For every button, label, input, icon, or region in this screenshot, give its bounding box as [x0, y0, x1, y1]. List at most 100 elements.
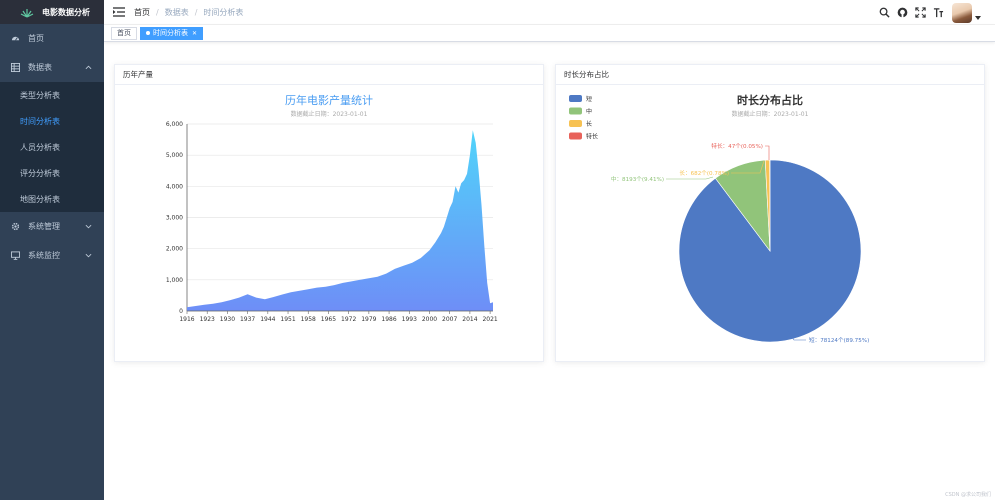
sidebar-item-label: 系统监控 [28, 251, 60, 260]
label-leader-line [765, 145, 770, 160]
sidebar-subitem-map[interactable]: 地图分析表 [0, 186, 104, 212]
breadcrumb-home[interactable]: 首页 [134, 7, 150, 18]
chevron-down-icon [85, 253, 92, 258]
breadcrumb-tables[interactable]: 数据表 [165, 7, 189, 18]
breadcrumb-current: 时间分析表 [203, 7, 244, 17]
legend-label[interactable]: 长 [586, 120, 592, 128]
x-tick-label: 1937 [240, 316, 255, 323]
x-tick-label: 1979 [361, 316, 376, 323]
monitor-icon [10, 251, 20, 261]
logo-icon [20, 9, 34, 18]
y-tick-label: 6,000 [166, 121, 183, 128]
legend-label[interactable]: 短 [586, 95, 592, 103]
card-duration-share: 时长分布占比 时长分布占比 数据截止日期：2023-01-01 短中长特长 短：… [555, 64, 985, 362]
chart-title: 历年电影产量统计 [285, 93, 373, 107]
y-tick-label: 3,000 [166, 215, 183, 222]
x-tick-label: 1986 [381, 316, 396, 323]
x-tick-label: 1958 [301, 316, 316, 323]
sidebar-item-tables[interactable]: 数据表 [0, 53, 104, 82]
slice-label: 短：78124个(89.75%) [809, 336, 869, 344]
sidebar-subitem-rating[interactable]: 评分分析表 [0, 160, 104, 186]
tag-label: 首页 [117, 29, 131, 37]
y-tick-label: 2,000 [166, 246, 183, 253]
area-series [187, 130, 493, 311]
sidebar-item-system[interactable]: 系统管理 [0, 212, 104, 241]
legend-swatch[interactable] [569, 107, 582, 115]
breadcrumb: 首页 / 数据表 / 时间分析表 [134, 7, 243, 18]
header-tools [872, 0, 981, 25]
sidebar-item-label: 系统管理 [28, 222, 60, 231]
navbar: 首页 / 数据表 / 时间分析表 [104, 0, 995, 25]
sidebar-item-monitor[interactable]: 系统监控 [0, 241, 104, 270]
x-tick-label: 1944 [260, 316, 275, 323]
legend-swatch[interactable] [569, 132, 582, 140]
x-tick-label: 2014 [462, 316, 477, 323]
sidebar-item-label: 数据表 [28, 63, 52, 72]
y-tick-label: 4,000 [166, 183, 183, 190]
font-size-icon[interactable] [932, 7, 944, 19]
subitem-label: 评分分析表 [20, 168, 60, 178]
chart-title: 时长分布占比 [737, 93, 803, 107]
chart-subtitle: 数据截止日期：2023-01-01 [732, 110, 809, 118]
tag-label: 时间分析表 [153, 29, 188, 37]
tags-view: 首页 时间分析表 ✕ [104, 25, 995, 42]
card-yearly-output: 历年产量 历年电影产量统计 数据截止日期：2023-01-01 0 1,000 2,… [114, 64, 544, 362]
x-tick-label: 1972 [341, 316, 356, 323]
chart-subtitle: 数据截止日期：2023-01-01 [291, 110, 368, 118]
x-tick-label: 1923 [200, 316, 215, 323]
subitem-label: 地图分析表 [20, 194, 60, 204]
subitem-label: 时间分析表 [20, 116, 60, 126]
sidebar: 电影数据分析 首页 数据表 类型分析表 时间分析表 人员分析表 评分分析表 地图… [0, 0, 104, 500]
y-tick-label: 1,000 [166, 277, 183, 284]
legend-label[interactable]: 中 [586, 108, 592, 116]
tag-home[interactable]: 首页 [111, 26, 137, 40]
brand-title: 电影数据分析 [42, 7, 90, 17]
x-tick-label: 1993 [402, 316, 417, 323]
slice-label: 中：8193个(9.41%) [611, 175, 664, 183]
submenu-tables: 类型分析表 时间分析表 人员分析表 评分分析表 地图分析表 [0, 82, 104, 212]
y-tick-label: 0 [179, 308, 183, 315]
sidebar-subitem-time[interactable]: 时间分析表 [0, 108, 104, 134]
dashboard-icon [10, 34, 20, 44]
subitem-label: 类型分析表 [20, 90, 60, 100]
slice-label: 长：682个(0.78%) [679, 169, 729, 177]
x-tick-label: 1916 [179, 316, 194, 323]
chevron-up-icon [85, 65, 92, 70]
brand[interactable]: 电影数据分析 [0, 0, 104, 24]
subitem-label: 人员分析表 [20, 142, 60, 152]
legend-swatch[interactable] [569, 95, 582, 102]
x-tick-label: 2000 [422, 316, 437, 323]
active-dot-icon [146, 31, 150, 35]
close-icon[interactable]: ✕ [192, 30, 197, 37]
sidebar-subitem-people[interactable]: 人员分析表 [0, 134, 104, 160]
watermark-text: CSDN @求公司我们 [945, 492, 991, 498]
tag-time-analysis[interactable]: 时间分析表 ✕ [140, 26, 204, 40]
search-icon[interactable] [878, 7, 890, 19]
legend-swatch[interactable] [569, 120, 582, 127]
x-tick-label: 1930 [220, 316, 235, 323]
pie-chart: 时长分布占比 数据截止日期：2023-01-01 短中长特长 短：78124个(… [569, 93, 869, 344]
sidebar-item-home[interactable]: 首页 [0, 24, 104, 53]
sidebar-item-label: 首页 [28, 34, 44, 43]
gear-icon [10, 222, 20, 232]
github-icon[interactable] [896, 7, 908, 19]
slice-label: 特长：47个(0.05%) [711, 142, 763, 150]
fullscreen-icon[interactable] [914, 7, 926, 19]
avatar[interactable] [952, 2, 972, 23]
x-tick-label: 2007 [442, 316, 457, 323]
area-chart: 历年电影产量统计 数据截止日期：2023-01-01 0 1,000 2,000 3,… [166, 93, 498, 323]
breadcrumb-separator: / [156, 7, 159, 17]
y-tick-label: 5,000 [166, 152, 183, 159]
x-tick-label: 2021 [482, 316, 497, 323]
table-icon [10, 63, 20, 73]
sidebar-subitem-genre[interactable]: 类型分析表 [0, 82, 104, 108]
card-title: 时长分布占比 [556, 65, 984, 85]
legend-label[interactable]: 特长 [586, 133, 598, 141]
hamburger-icon[interactable] [112, 6, 126, 18]
caret-down-icon[interactable] [975, 16, 981, 21]
breadcrumb-separator: / [194, 7, 198, 17]
label-leader-line [666, 176, 714, 180]
card-title: 历年产量 [115, 65, 543, 85]
x-tick-label: 1951 [280, 316, 295, 323]
chevron-down-icon [85, 224, 92, 229]
